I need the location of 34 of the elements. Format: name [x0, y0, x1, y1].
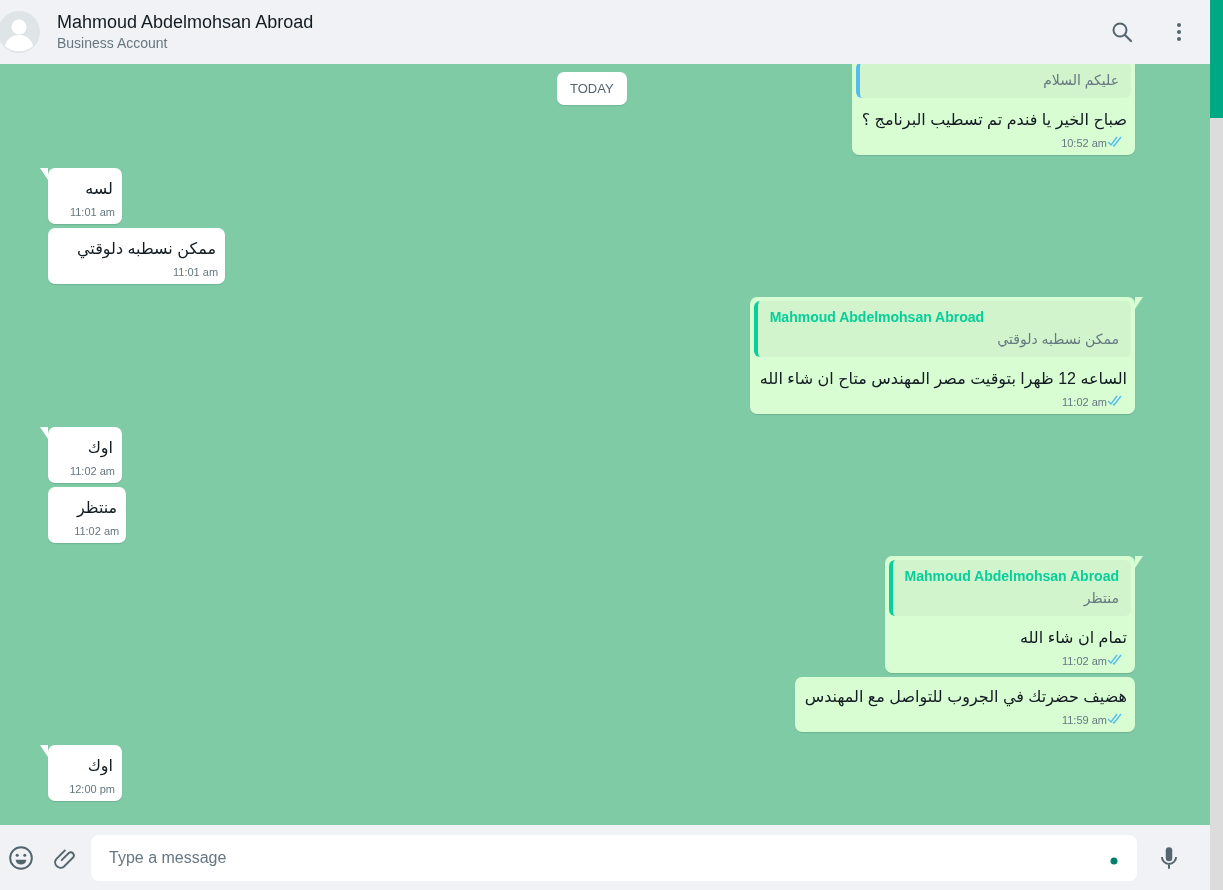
- quote-sender: Mahmoud Abdelmohsan Abroad: [904, 567, 1119, 586]
- message-text: اوك: [86, 438, 114, 460]
- date-label: TODAY: [557, 72, 627, 105]
- message-input[interactable]: Type a message: [91, 834, 1137, 881]
- contact-name: Mahmoud Abdelmohsan Abroad: [57, 11, 315, 33]
- quote-text: عليكم السلام: [1042, 71, 1119, 91]
- message-time: 11:59 am: [1061, 714, 1107, 726]
- message-time: 11:02 am: [1061, 396, 1107, 408]
- message-text: منتظر: [75, 498, 119, 519]
- message-time: 11:01 am: [173, 266, 219, 278]
- message-time: 11:02 am: [69, 465, 115, 477]
- message-text: ممكن نسطبه دلوقتي: [76, 239, 218, 261]
- message-time: 11:02 am: [1061, 655, 1107, 667]
- quoted-message[interactable]: عليكم السلام: [855, 64, 1131, 98]
- scrollbar-thumb[interactable]: [1210, 0, 1223, 118]
- message-text: تمام ان شاء الله: [1019, 628, 1128, 649]
- message-text: لسه: [84, 179, 114, 199]
- message-time: 11:01 am: [69, 206, 115, 218]
- message-text: هضيف حضرتك في الجروب للتواصل مع المهندس: [803, 687, 1128, 709]
- search-icon[interactable]: [1110, 20, 1134, 44]
- message-time: 10:52 am: [1061, 137, 1107, 149]
- status-dot-icon: [1110, 856, 1118, 865]
- menu-icon[interactable]: [1176, 20, 1182, 44]
- message-text: صباح الخير يا فندم تم تسطيب البرنامج ؟: [860, 110, 1128, 132]
- contact-subtitle: Business Account: [57, 34, 169, 53]
- message-text: الساعه 12 ظهرا بتوقيت مصر المهندس متاح ان شاء الله: [758, 369, 1128, 391]
- quote-sender: Mahmoud Abdelmohsan Abroad: [769, 308, 986, 327]
- emoji-icon[interactable]: [8, 844, 34, 871]
- message-time: 12:00 pm: [69, 783, 115, 795]
- quote-text: منتظر: [1082, 589, 1119, 609]
- scrollbar[interactable]: [1210, 0, 1223, 890]
- message-text: اوك: [86, 756, 114, 778]
- message-time: 11:02 am: [74, 525, 120, 537]
- quote-text: ممكن نسطبه دلوقتي: [996, 330, 1119, 350]
